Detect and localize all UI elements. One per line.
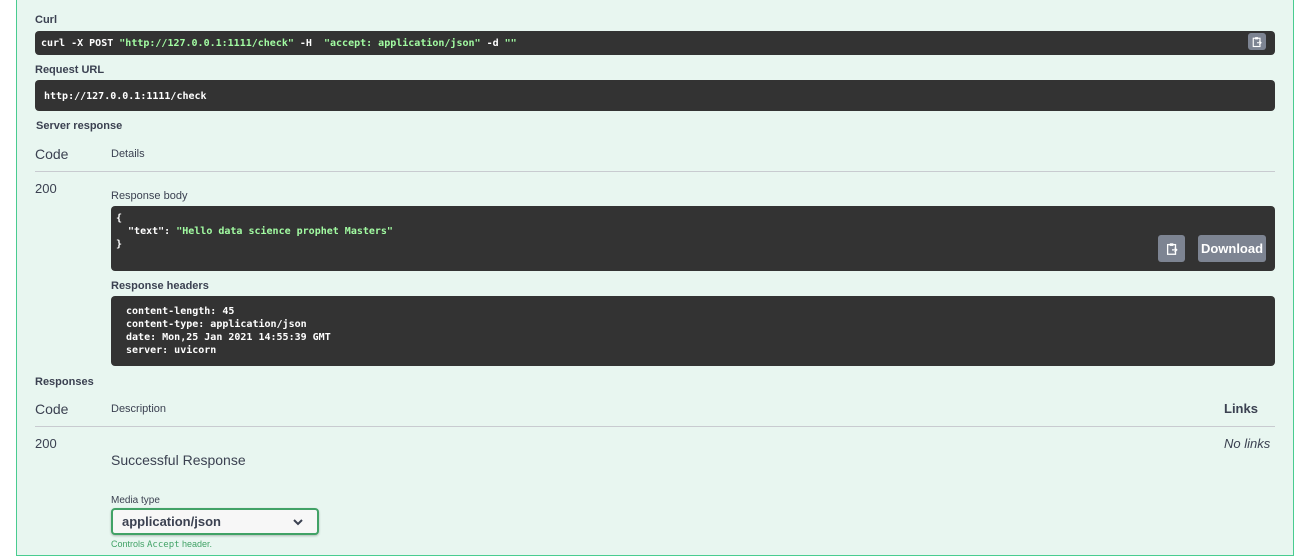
json-open: { xyxy=(116,213,123,224)
controls-prefix: Controls xyxy=(111,539,148,549)
json-close: } xyxy=(116,239,123,250)
curl-prefix: curl -X POST xyxy=(41,38,120,49)
curl-command: curl -X POST "http://127.0.0.1:1111/chec… xyxy=(41,37,517,50)
divider xyxy=(35,426,1275,427)
server-details-header: Details xyxy=(111,148,145,160)
header-line: server: uvicorn xyxy=(120,345,217,356)
divider xyxy=(35,171,1275,172)
server-response-code: 200 xyxy=(35,181,57,196)
media-type-label: Media type xyxy=(111,495,160,506)
server-response-label: Server response xyxy=(36,120,123,132)
response-headers-block: content-length: 45 content-type: applica… xyxy=(111,296,1275,366)
responses-code: 200 xyxy=(35,436,57,451)
responses-links-header: Links xyxy=(1224,401,1258,416)
json-value: "Hello data science prophet Masters" xyxy=(176,226,393,237)
clipboard-icon xyxy=(1166,242,1178,255)
request-url-block: http://127.0.0.1:1111/check xyxy=(35,80,1275,111)
responses-description-header: Description xyxy=(111,403,167,415)
response-panel: Curl curl -X POST "http://127.0.0.1:1111… xyxy=(16,0,1294,556)
responses-description: Successful Response xyxy=(111,452,246,468)
response-body-label: Response body xyxy=(111,190,188,202)
curl-header: "accept: application/json" xyxy=(324,38,481,49)
curl-flag-d: -d xyxy=(480,38,505,49)
response-headers-list: content-length: 45 content-type: applica… xyxy=(120,305,331,357)
controls-suffix: header. xyxy=(179,539,213,549)
chevron-down-icon xyxy=(293,519,303,526)
json-colon: : xyxy=(164,226,177,237)
curl-label: Curl xyxy=(35,14,57,26)
json-key: "text" xyxy=(116,226,165,237)
response-body-block: { "text": "Hello data science prophet Ma… xyxy=(111,206,1275,271)
request-url-value: http://127.0.0.1:1111/check xyxy=(44,91,207,102)
response-body-json: { "text": "Hello data science prophet Ma… xyxy=(116,212,393,251)
header-line: content-type: application/json xyxy=(120,319,307,330)
responses-label: Responses xyxy=(35,376,94,388)
responses-code-header: Code xyxy=(35,401,69,417)
header-line: content-length: 45 xyxy=(120,306,235,317)
json-line: "text": "Hello data science prophet Mast… xyxy=(116,225,393,238)
curl-url: "http://127.0.0.1:1111/check" xyxy=(119,38,294,49)
clipboard-icon xyxy=(1252,36,1262,47)
request-url-label: Request URL xyxy=(35,64,105,76)
header-line: date: Mon,25 Jan 2021 14:55:39 GMT xyxy=(120,332,331,343)
controls-code: Accept xyxy=(147,540,180,550)
curl-command-block: curl -X POST "http://127.0.0.1:1111/chec… xyxy=(35,31,1275,55)
copy-response-body-button[interactable] xyxy=(1158,235,1185,262)
media-type-select[interactable]: application/json xyxy=(111,508,319,535)
copy-curl-button[interactable] xyxy=(1248,33,1266,50)
download-button[interactable]: Download xyxy=(1198,235,1266,262)
server-code-header: Code xyxy=(35,146,69,162)
media-type-value: application/json xyxy=(122,514,221,529)
curl-flag-h: -H xyxy=(293,38,324,49)
controls-accept-text: Controls Accept header. xyxy=(111,539,212,550)
responses-links: No links xyxy=(1224,436,1271,451)
response-headers-label: Response headers xyxy=(111,280,209,292)
curl-data: "" xyxy=(504,38,517,49)
